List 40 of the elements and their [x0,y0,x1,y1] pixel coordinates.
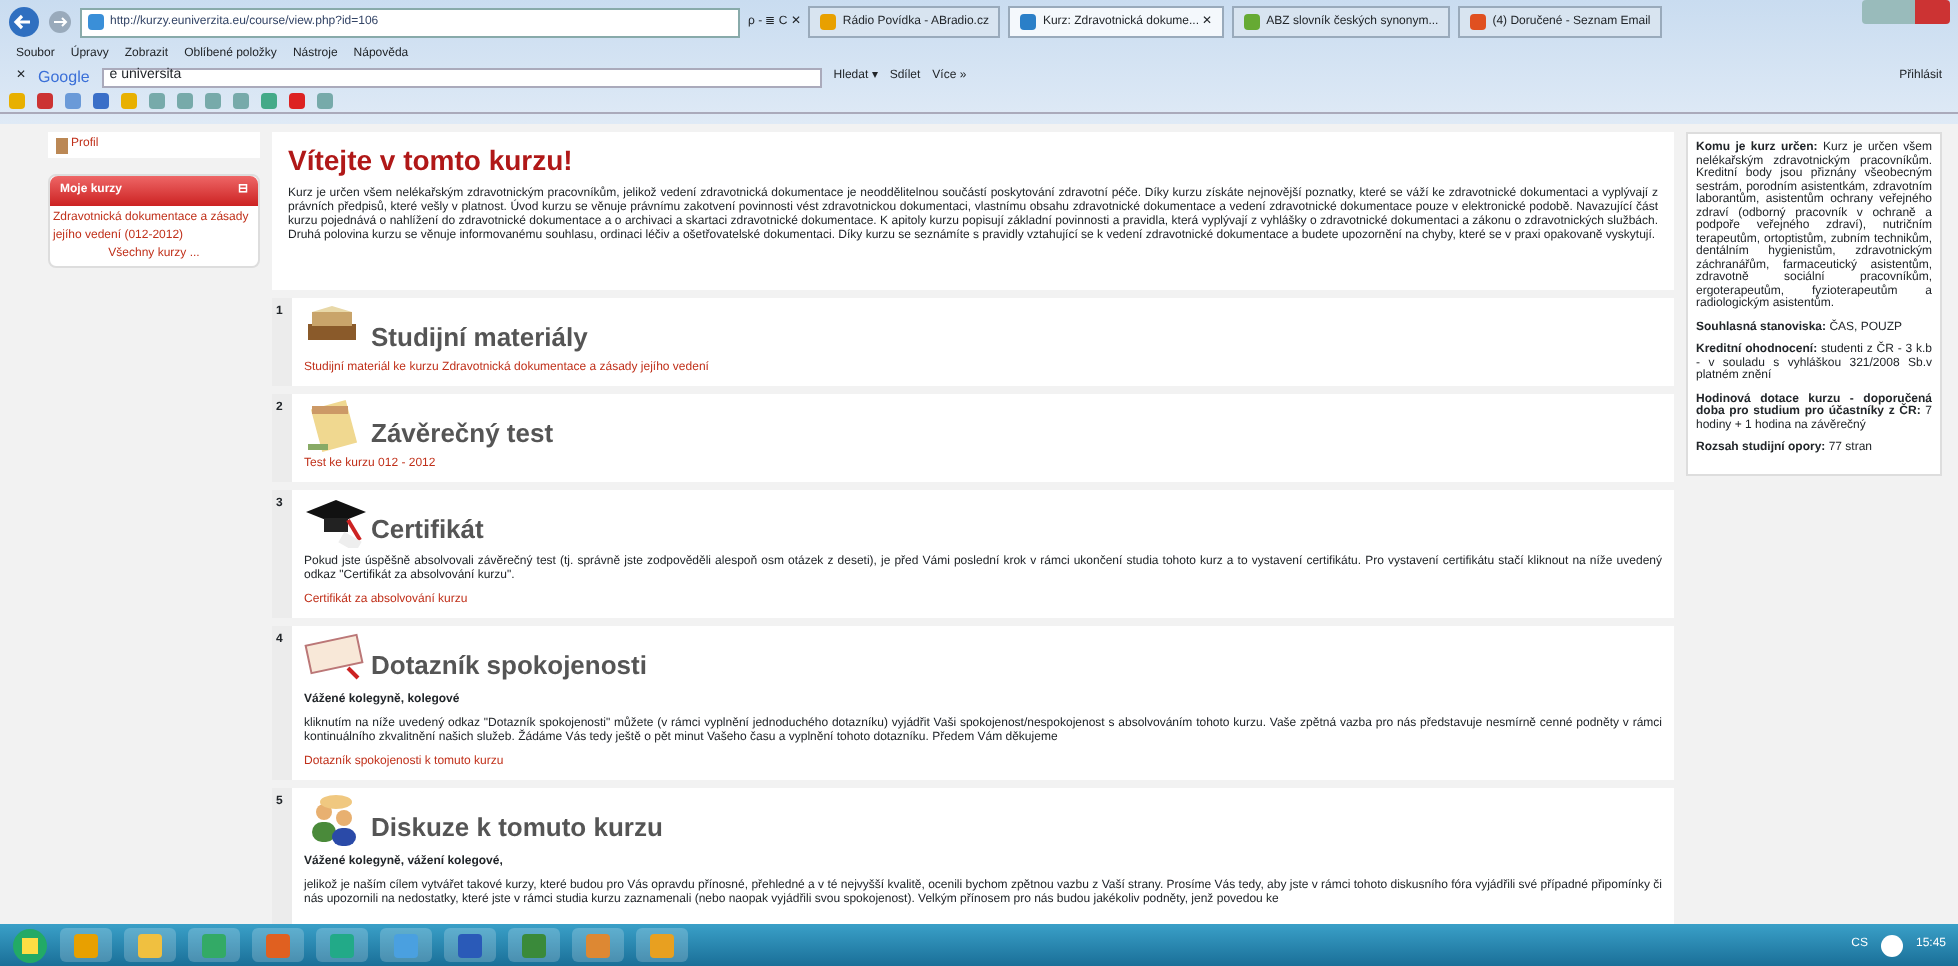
back-icon[interactable] [8,6,40,38]
taskbar-app-icon[interactable] [572,928,624,962]
google-logo: Google [38,65,90,89]
app-icon [330,933,354,957]
help-icon[interactable] [1879,933,1904,957]
tab-icon [1244,14,1261,30]
section-title: Studijní materiály [371,319,588,356]
clipboard-icon [304,632,368,684]
graduation-cap-icon [304,496,368,548]
forward-icon[interactable] [48,10,72,34]
tab-icon [1470,14,1487,30]
app-icon [586,933,610,957]
section-title: Diskuze k tomuto kurzu [371,809,663,845]
tab-icon [820,14,837,30]
section-title: Závěrečný test [371,415,554,452]
section-title: Certifikát [371,511,484,547]
tab-icon [1020,14,1037,30]
app-icon [394,933,418,957]
taskbar-app-icon[interactable] [636,928,688,962]
taskbar-app-icon[interactable] [252,928,304,962]
taskbar-app-icon[interactable] [508,928,560,962]
app-icon [138,933,162,957]
taskbar-app-icon[interactable] [444,928,496,962]
taskbar-app-icon[interactable] [316,928,368,962]
window-controls[interactable] [1862,0,1950,24]
start-button[interactable] [12,927,48,963]
taskbar-app-icon[interactable] [188,928,240,962]
profile-icon [56,137,68,153]
section-title: Dotazník spokojenosti [371,647,647,684]
taskbar-app-icon[interactable] [60,928,112,962]
app-icon [266,933,290,957]
app-icon [202,933,226,957]
app-icon [650,933,674,957]
app-icon [522,933,546,957]
welcome-heading: Vítejte v tomto kurzu! [288,142,575,180]
app-icon [74,933,98,957]
page-icon [88,14,104,30]
taskbar-app-icon[interactable] [124,928,176,962]
taskbar-app-icon[interactable] [380,928,432,962]
app-icon [458,933,482,957]
